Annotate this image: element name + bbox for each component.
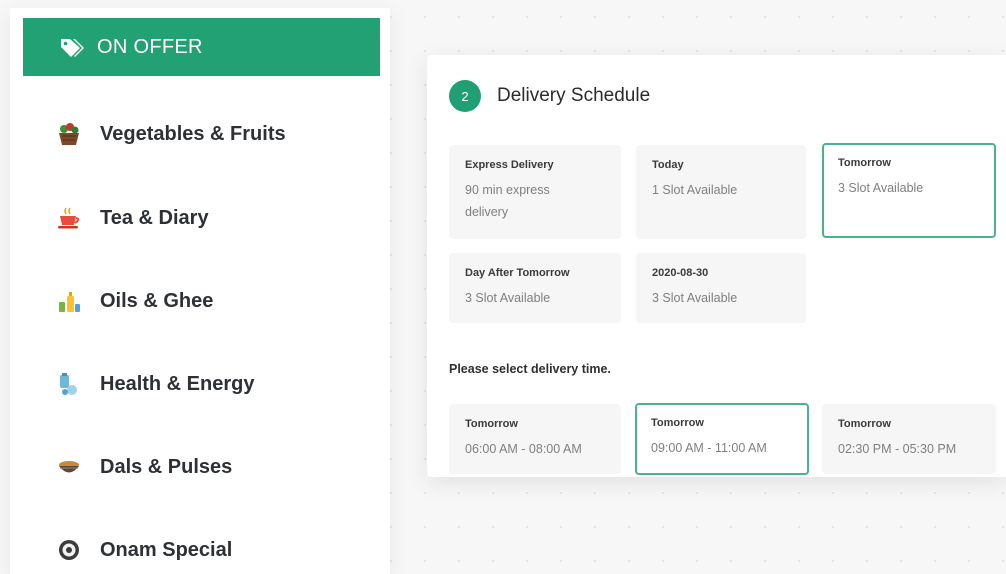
on-offer-label: ON OFFER bbox=[97, 35, 203, 58]
category-label: Vegetables & Fruits bbox=[100, 122, 286, 145]
pulses-bowl-icon bbox=[54, 452, 84, 482]
delivery-schedule-title: Delivery Schedule bbox=[497, 85, 651, 106]
day-option-title: Day After Tomorrow bbox=[465, 267, 570, 279]
delivery-time-prompt: Please select delivery time. bbox=[449, 362, 611, 376]
delivery-schedule-header: 2 Delivery Schedule bbox=[449, 79, 650, 113]
category-vegetables-fruits[interactable]: Vegetables & Fruits bbox=[54, 114, 374, 154]
on-offer-button[interactable]: ON OFFER bbox=[23, 18, 380, 76]
time-slot-range: 02:30 PM - 05:30 PM bbox=[838, 442, 957, 456]
day-option-title: Express Delivery bbox=[465, 159, 554, 171]
vegetable-basket-icon bbox=[54, 119, 84, 149]
time-slot-day: Tomorrow bbox=[651, 417, 704, 429]
step-number-badge: 2 bbox=[449, 80, 481, 112]
day-option-tomorrow[interactable]: Tomorrow 3 Slot Available bbox=[822, 143, 996, 238]
day-option-title: Tomorrow bbox=[838, 157, 891, 169]
day-option-date[interactable]: 2020-08-30 3 Slot Available bbox=[636, 253, 806, 323]
category-onam-special[interactable]: Onam Special bbox=[54, 530, 374, 570]
day-option-detail: 3 Slot Available bbox=[652, 291, 738, 305]
category-health-energy[interactable]: Health & Energy bbox=[54, 364, 374, 404]
oil-bottles-icon bbox=[54, 286, 84, 316]
onam-special-icon bbox=[54, 535, 84, 565]
health-energy-icon bbox=[54, 369, 84, 399]
time-slot-1[interactable]: Tomorrow 06:00 AM - 08:00 AM bbox=[449, 404, 621, 474]
category-label: Health & Energy bbox=[100, 372, 255, 395]
day-option-detail: 3 Slot Available bbox=[465, 291, 551, 305]
day-option-today[interactable]: Today 1 Slot Available bbox=[636, 145, 806, 239]
day-option-detail: 1 Slot Available bbox=[652, 183, 738, 197]
category-tea-diary[interactable]: Tea & Diary bbox=[54, 198, 374, 238]
time-slot-range: 06:00 AM - 08:00 AM bbox=[465, 442, 582, 456]
category-label: Onam Special bbox=[100, 538, 233, 561]
day-option-detail: 3 Slot Available bbox=[838, 181, 924, 195]
delivery-schedule-card: 2 Delivery Schedule Express Delivery 90 … bbox=[427, 55, 1006, 477]
category-dals-pulses[interactable]: Dals & Pulses bbox=[54, 447, 374, 487]
day-option-day-after-tomorrow[interactable]: Day After Tomorrow 3 Slot Available bbox=[449, 253, 621, 323]
category-label: Oils & Ghee bbox=[100, 289, 214, 312]
time-slot-day: Tomorrow bbox=[838, 418, 891, 430]
day-option-express[interactable]: Express Delivery 90 min express delivery bbox=[449, 145, 621, 239]
day-option-detail: 90 min express delivery bbox=[465, 183, 550, 219]
time-slot-3[interactable]: Tomorrow 02:30 PM - 05:30 PM bbox=[822, 404, 996, 474]
time-slot-2[interactable]: Tomorrow 09:00 AM - 11:00 AM bbox=[635, 403, 809, 475]
day-option-title: 2020-08-30 bbox=[652, 267, 709, 279]
tea-cup-icon bbox=[54, 203, 84, 233]
time-slot-day: Tomorrow bbox=[465, 418, 518, 430]
day-option-title: Today bbox=[652, 159, 684, 171]
category-label: Dals & Pulses bbox=[100, 455, 233, 478]
time-slot-range: 09:00 AM - 11:00 AM bbox=[651, 441, 767, 455]
category-label: Tea & Diary bbox=[100, 206, 209, 229]
category-oils-ghee[interactable]: Oils & Ghee bbox=[54, 281, 374, 321]
tag-icon bbox=[59, 36, 85, 58]
